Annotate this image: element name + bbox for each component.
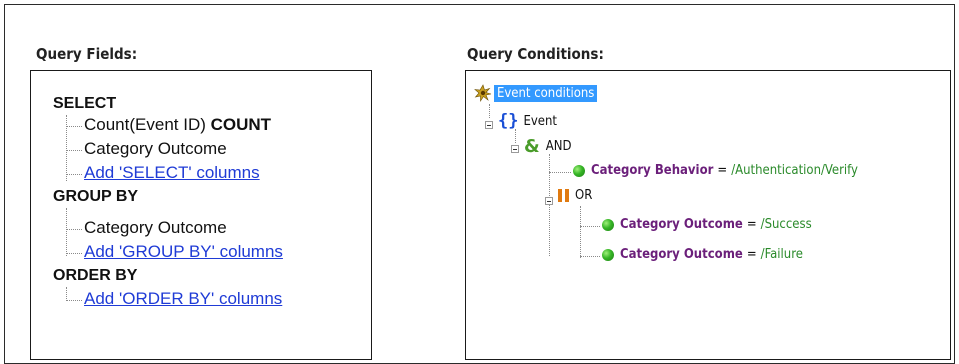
condition-value: /Failure (760, 247, 803, 262)
condition-value: /Success (760, 217, 812, 232)
add-order-by-columns-link-wrap[interactable]: Add 'ORDER BY' columns (84, 289, 282, 309)
condition-field: Category Outcome (620, 247, 743, 262)
query-conditions-panel: Event conditions {} Event & AND Category… (465, 70, 951, 360)
select-item-count[interactable]: Count(Event ID) COUNT (84, 115, 271, 135)
gear-sparkle-icon (474, 84, 492, 102)
tree-node-condition[interactable]: Category Behavior = /Authentication/Veri… (573, 163, 858, 178)
group-item-category-outcome[interactable]: Category Outcome (84, 218, 227, 238)
condition-value: /Authentication/Verify (731, 163, 858, 178)
pause-bars-icon (558, 189, 569, 202)
query-conditions-title: Query Conditions: (467, 45, 604, 63)
group-by-header: GROUP BY (53, 188, 139, 205)
tree-line (515, 129, 516, 143)
order-by-header: ORDER BY (53, 267, 138, 284)
tree-node-event-conditions[interactable]: Event conditions (474, 84, 598, 102)
tree-branch (580, 226, 600, 227)
event-label: Event (523, 113, 557, 129)
condition-operator: = (746, 247, 757, 262)
tree-node-and[interactable]: & AND (524, 136, 571, 157)
tree-branch (66, 253, 82, 254)
tree-node-or[interactable]: OR (558, 188, 592, 203)
condition-field: Category Outcome (620, 217, 743, 232)
collapse-minus-icon[interactable] (545, 197, 553, 205)
tree-branch (66, 300, 82, 301)
event-conditions-label: Event conditions (494, 84, 598, 102)
tree-branch (66, 126, 82, 127)
ampersand-icon: & (524, 136, 540, 157)
green-dot-icon (602, 248, 614, 261)
tree-branch (549, 172, 571, 173)
query-fields-panel: SELECT Count(Event ID) COUNT Category Ou… (30, 70, 372, 360)
select-tree-line (66, 115, 67, 181)
tree-branch (66, 174, 82, 175)
green-dot-icon (573, 164, 585, 177)
tree-line (580, 206, 581, 258)
select-header: SELECT (53, 95, 117, 112)
green-dot-icon (602, 218, 614, 231)
add-order-by-columns-link[interactable]: Add 'ORDER BY' columns (84, 289, 282, 308)
group-tree-line (66, 208, 67, 256)
tree-branch (66, 150, 82, 151)
add-select-columns-link[interactable]: Add 'SELECT' columns (84, 163, 260, 182)
or-label: OR (575, 188, 593, 203)
condition-operator: = (746, 217, 757, 232)
select-item-category-outcome[interactable]: Category Outcome (84, 139, 227, 159)
tree-node-condition[interactable]: Category Outcome = /Success (602, 217, 812, 232)
add-group-by-columns-link[interactable]: Add 'GROUP BY' columns (84, 242, 283, 261)
curly-braces-icon: {} (498, 111, 519, 131)
tree-node-condition[interactable]: Category Outcome = /Failure (602, 247, 803, 262)
tree-line (549, 154, 550, 256)
tree-branch (580, 256, 600, 257)
collapse-minus-icon[interactable] (511, 145, 519, 153)
tree-line (489, 104, 490, 118)
collapse-minus-icon[interactable] (485, 121, 493, 129)
tree-node-event[interactable]: {} Event (498, 111, 557, 131)
condition-field: Category Behavior (591, 163, 714, 178)
tree-branch (66, 229, 82, 230)
condition-operator: = (717, 163, 728, 178)
and-label: AND (545, 139, 572, 154)
order-tree-line (66, 287, 67, 301)
query-fields-title: Query Fields: (36, 45, 138, 63)
select-item-count-alias: COUNT (210, 115, 272, 134)
add-select-columns-link-wrap[interactable]: Add 'SELECT' columns (84, 163, 260, 183)
select-item-count-label: Count(Event ID) (84, 115, 206, 134)
add-group-by-columns-link-wrap[interactable]: Add 'GROUP BY' columns (84, 242, 283, 262)
